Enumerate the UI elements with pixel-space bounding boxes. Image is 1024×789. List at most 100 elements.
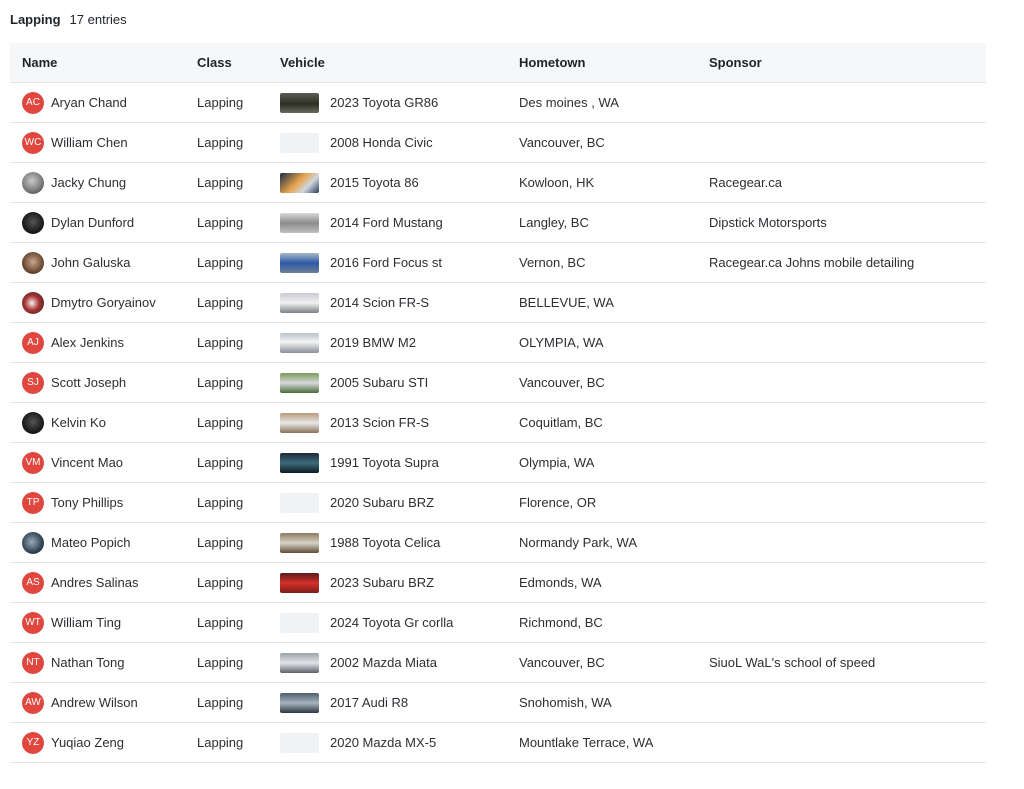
participant-name[interactable]: Tony Phillips	[51, 495, 123, 510]
vehicle-cell: 2005 Subaru STI	[280, 372, 519, 393]
hometown-cell: BELLEVUE, WA	[519, 295, 614, 310]
hometown-cell: Coquitlam, BC	[519, 415, 603, 430]
avatar: WT	[22, 611, 44, 634]
participant-name[interactable]: Alex Jenkins	[51, 335, 124, 350]
table-row[interactable]: SJ Scott Joseph Lapping 2005 Subaru STI Vanc…	[10, 363, 986, 403]
participant-name[interactable]: John Galuska	[51, 255, 131, 270]
participant-name[interactable]: Aryan Chand	[51, 95, 127, 110]
vehicle-thumbnail	[280, 252, 319, 273]
table-row[interactable]: WT William Ting Lapping 2024 Toyota Gr corl…	[10, 603, 986, 643]
vehicle-thumbnail	[280, 372, 319, 393]
class-cell: Lapping	[197, 415, 244, 430]
column-header-class[interactable]: Class	[197, 55, 280, 70]
vehicle-thumbnail	[280, 332, 319, 353]
name-cell: Kelvin Ko	[10, 411, 197, 434]
class-cell: Lapping	[197, 695, 244, 710]
participant-name[interactable]: Dmytro Goryainov	[51, 295, 156, 310]
vehicle-thumbnail	[280, 692, 319, 713]
hometown-cell: Olympia, WA	[519, 455, 595, 470]
avatar: VM	[22, 451, 44, 474]
participant-name[interactable]: Mateo Popich	[51, 535, 131, 550]
table-row[interactable]: AS Andres Salinas Lapping 2023 Subaru BRZ Ed…	[10, 563, 986, 603]
name-cell: Jacky Chung	[10, 171, 197, 194]
vehicle-name: 2019 BMW M2	[330, 335, 416, 350]
participant-name[interactable]: Dylan Dunford	[51, 215, 134, 230]
participant-name[interactable]: Andrew Wilson	[51, 695, 138, 710]
table-row[interactable]: Dmytro Goryainov Lapping 2014 Scion FR-S BE…	[10, 283, 986, 323]
name-cell: AW Andrew Wilson	[10, 691, 197, 714]
vehicle-thumbnail	[280, 292, 319, 313]
table-row[interactable]: AW Andrew Wilson Lapping 2017 Audi R8 Snohom…	[10, 683, 986, 723]
participant-name[interactable]: Nathan Tong	[51, 655, 125, 670]
vehicle-name: 2017 Audi R8	[330, 695, 409, 710]
avatar	[22, 171, 44, 194]
participant-name[interactable]: Kelvin Ko	[51, 415, 106, 430]
sponsor-cell: Dipstick Motorsports	[709, 215, 827, 230]
hometown-cell: Vernon, BC	[519, 255, 586, 270]
participant-name[interactable]: Andres Salinas	[51, 575, 138, 590]
section-header: Lapping 17 entries	[10, 11, 127, 27]
avatar	[22, 251, 44, 274]
participant-name[interactable]: Scott Joseph	[51, 375, 126, 390]
table-row[interactable]: NT Nathan Tong Lapping 2002 Mazda Miata Vanc…	[10, 643, 986, 683]
participant-name[interactable]: William Chen	[51, 135, 128, 150]
avatar: AW	[22, 691, 44, 714]
table-row[interactable]: Jacky Chung Lapping 2015 Toyota 86 Kowloon,…	[10, 163, 986, 203]
table-row[interactable]: YZ Yuqiao Zeng Lapping 2020 Mazda MX-5 Mount…	[10, 723, 986, 763]
participant-name[interactable]: Jacky Chung	[51, 175, 126, 190]
table-row[interactable]: Dylan Dunford Lapping 2014 Ford Mustang Lan…	[10, 203, 986, 243]
vehicle-cell: 2020 Mazda MX-5	[280, 732, 519, 753]
vehicle-thumbnail	[280, 132, 319, 153]
vehicle-thumbnail	[280, 652, 319, 673]
class-cell: Lapping	[197, 375, 244, 390]
table-row[interactable]: Mateo Popich Lapping 1988 Toyota Celica Nor…	[10, 523, 986, 563]
name-cell: WT William Ting	[10, 611, 197, 634]
vehicle-thumbnail	[280, 532, 319, 553]
hometown-cell: Langley, BC	[519, 215, 589, 230]
vehicle-cell: 2019 BMW M2	[280, 332, 519, 353]
column-header-vehicle[interactable]: Vehicle	[280, 55, 519, 70]
vehicle-cell: 2014 Ford Mustang	[280, 212, 519, 233]
table-row[interactable]: VM Vincent Mao Lapping 1991 Toyota Supra Oly…	[10, 443, 986, 483]
table-row[interactable]: TP Tony Phillips Lapping 2020 Subaru BRZ Flo…	[10, 483, 986, 523]
vehicle-cell: 1991 Toyota Supra	[280, 452, 519, 473]
hometown-cell: Richmond, BC	[519, 615, 603, 630]
avatar	[22, 211, 44, 234]
table-row[interactable]: John Galuska Lapping 2016 Ford Focus st Ver…	[10, 243, 986, 283]
class-cell: Lapping	[197, 175, 244, 190]
hometown-cell: Vancouver, BC	[519, 135, 605, 150]
name-cell: VM Vincent Mao	[10, 451, 197, 474]
section-title: Lapping	[10, 11, 61, 27]
hometown-cell: Vancouver, BC	[519, 375, 605, 390]
name-cell: Dmytro Goryainov	[10, 291, 197, 314]
vehicle-cell: 2013 Scion FR-S	[280, 412, 519, 433]
name-cell: YZ Yuqiao Zeng	[10, 731, 197, 754]
hometown-cell: Kowloon, HK	[519, 175, 595, 190]
column-header-sponsor[interactable]: Sponsor	[709, 55, 979, 70]
column-header-name[interactable]: Name	[10, 55, 197, 70]
table-row[interactable]: WC William Chen Lapping 2008 Honda Civic Van…	[10, 123, 986, 163]
name-cell: Mateo Popich	[10, 531, 197, 554]
sponsor-cell: Racegear.ca Johns mobile detailing	[709, 255, 915, 270]
class-cell: Lapping	[197, 535, 244, 550]
vehicle-name: 2023 Toyota GR86	[330, 95, 439, 110]
participant-name[interactable]: Yuqiao Zeng	[51, 735, 124, 750]
hometown-cell: Florence, OR	[519, 495, 597, 510]
class-cell: Lapping	[197, 735, 244, 750]
table-row[interactable]: Kelvin Ko Lapping 2013 Scion FR-S Coquitlam…	[10, 403, 986, 443]
name-cell: NT Nathan Tong	[10, 651, 197, 674]
name-cell: John Galuska	[10, 251, 197, 274]
participant-name[interactable]: Vincent Mao	[51, 455, 123, 470]
table-row[interactable]: AJ Alex Jenkins Lapping 2019 BMW M2 OLYMPIA,…	[10, 323, 986, 363]
vehicle-name: 2008 Honda Civic	[330, 135, 433, 150]
avatar: TP	[22, 491, 44, 514]
class-cell: Lapping	[197, 95, 244, 110]
name-cell: AC Aryan Chand	[10, 91, 197, 114]
column-header-hometown[interactable]: Hometown	[519, 55, 709, 70]
class-cell: Lapping	[197, 575, 244, 590]
avatar: AC	[22, 91, 44, 114]
name-cell: SJ Scott Joseph	[10, 371, 197, 394]
table-row[interactable]: AC Aryan Chand Lapping 2023 Toyota GR86 Des …	[10, 83, 986, 123]
vehicle-thumbnail	[280, 412, 319, 433]
participant-name[interactable]: William Ting	[51, 615, 121, 630]
